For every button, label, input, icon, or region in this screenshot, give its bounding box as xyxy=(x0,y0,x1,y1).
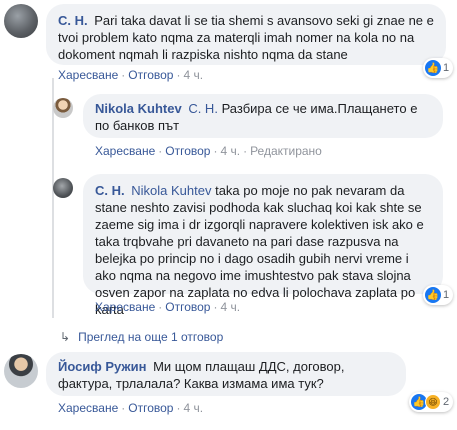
view-more-replies-label[interactable]: Преглед на още 1 отговор xyxy=(78,330,223,344)
thread-line xyxy=(52,78,54,318)
avatar[interactable] xyxy=(4,354,38,388)
mention-link[interactable]: С. Н. xyxy=(188,101,218,116)
reaction-count: 1 xyxy=(443,289,450,301)
laughing-face-icon: 😆 xyxy=(425,394,441,410)
reply-link[interactable]: Отговор xyxy=(128,68,173,82)
comment-actions: Харесване · Отговор · 4 ч. xyxy=(95,300,240,314)
comment-author[interactable]: С. Н. xyxy=(95,183,125,198)
reaction-count: 2 xyxy=(443,396,450,408)
reaction-summary[interactable]: 👍 1 xyxy=(423,58,454,78)
comment-actions: Харесване · Отговор · 4 ч. xyxy=(58,68,203,82)
comment-author[interactable]: Nikola Kuhtev xyxy=(95,101,182,116)
reaction-count: 1 xyxy=(443,62,450,74)
separator: · xyxy=(121,401,126,415)
reply-link[interactable]: Отговор xyxy=(165,144,210,158)
comment-bubble: С. Н. Pari taka davat li se tia shemi s … xyxy=(46,4,446,65)
like-link[interactable]: Харесване xyxy=(58,68,118,82)
comment-bubble: Йосиф Ружин Ми щом плащаш ДДС, договор, … xyxy=(46,352,406,396)
reply-arrow-icon: ↳ xyxy=(60,330,71,344)
view-more-replies-link[interactable]: ↳ Преглед на още 1 отговор xyxy=(60,330,223,344)
separator: · xyxy=(158,300,163,314)
timestamp[interactable]: 4 ч. xyxy=(220,300,240,314)
timestamp[interactable]: 4 ч. xyxy=(183,68,203,82)
like-link[interactable]: Харесване xyxy=(95,300,155,314)
reply-link[interactable]: Отговор xyxy=(128,401,173,415)
edited-label[interactable]: Редактирано xyxy=(250,144,322,158)
avatar[interactable] xyxy=(53,178,73,198)
reaction-summary[interactable]: 👍 1 xyxy=(423,285,454,305)
thumbs-up-icon: 👍 xyxy=(425,60,441,76)
comment-author[interactable]: С. Н. xyxy=(58,13,88,28)
thumbs-up-icon: 👍 xyxy=(425,287,441,303)
comment-text: Pari taka davat li se tia shemi s avanso… xyxy=(58,13,434,62)
separator: · xyxy=(121,68,126,82)
timestamp[interactable]: 4 ч. xyxy=(183,401,203,415)
comment-bubble: С. Н. Nikola Kuhtev taka po moje no pak … xyxy=(83,174,443,317)
reply-link[interactable]: Отговор xyxy=(165,300,210,314)
separator: · xyxy=(213,300,218,314)
separator: · xyxy=(176,68,181,82)
like-link[interactable]: Харесване xyxy=(95,144,155,158)
separator: · xyxy=(176,401,181,415)
mention-link[interactable]: Nikola Kuhtev xyxy=(131,183,211,198)
comment-actions: Харесване · Отговор · 4 ч. xyxy=(58,401,203,415)
comment-text: taka po moje no pak nevaram da stane nes… xyxy=(95,183,424,317)
avatar[interactable] xyxy=(53,98,73,118)
like-link[interactable]: Харесване xyxy=(58,401,118,415)
reaction-summary[interactable]: 👍 😆 2 xyxy=(409,392,454,412)
comment-author[interactable]: Йосиф Ружин xyxy=(58,359,146,374)
avatar[interactable] xyxy=(4,4,38,38)
separator: · xyxy=(213,144,218,158)
timestamp[interactable]: 4 ч. xyxy=(220,144,240,158)
separator: · xyxy=(243,144,248,158)
comment-actions: Харесване · Отговор · 4 ч. · Редактирано xyxy=(95,144,322,158)
comment-bubble: Nikola Kuhtev С. Н. Разбира се че има.Пл… xyxy=(83,94,443,138)
separator: · xyxy=(158,144,163,158)
